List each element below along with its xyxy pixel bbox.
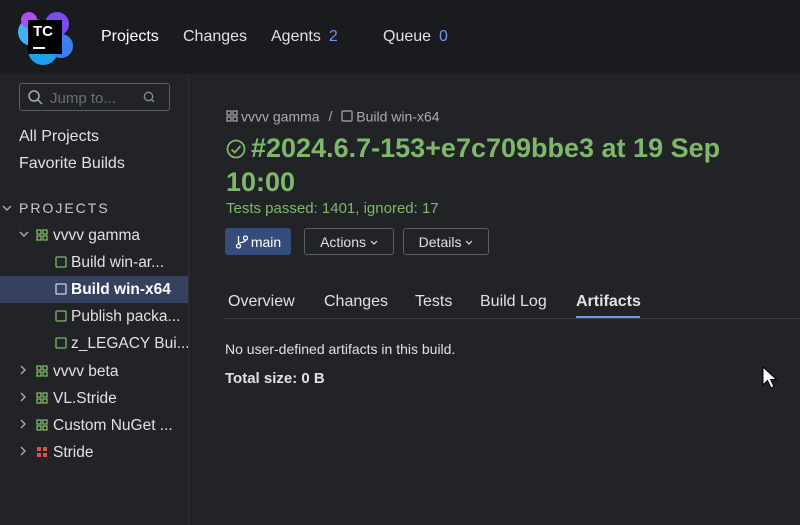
branch-button[interactable]: main [225,228,291,255]
branch-label: main [250,234,282,250]
project-icon [36,365,48,377]
breadcrumb-separator: / [328,108,333,125]
tab-overview[interactable]: Overview [228,293,295,311]
details-dropdown[interactable]: Details [403,228,489,255]
teamcity-logo[interactable]: TC [17,10,75,66]
chevron-right-icon[interactable] [19,365,27,375]
tree-item-project[interactable]: VL.Stride [0,385,188,412]
jump-to-search[interactable] [19,83,170,111]
build-config-icon [55,337,67,349]
projects-collapse-chevron-icon[interactable] [2,204,12,212]
chevron-right-icon[interactable] [19,419,27,429]
test-status[interactable]: Tests passed: 1401, ignored: 17 [226,200,439,217]
tab-artifacts[interactable]: Artifacts [576,293,641,311]
search-icon [28,90,43,105]
tree-item-build-config-selected[interactable]: Build win-x64 [0,276,188,303]
tree-item-label: Stride [53,444,94,461]
tree-item-build-config[interactable]: Publish packa... [0,303,188,330]
nav-queue-label: Queue [383,28,432,45]
tree-item-project[interactable]: Stride [0,439,188,466]
build-title: #2024.6.7-153+e7c709bbe3 at 19 Sep 10:00 [226,131,786,199]
tree-item-build-config[interactable]: z_LEGACY Bui... [0,330,188,357]
build-config-icon [341,110,353,122]
actions-dropdown[interactable]: Actions [304,228,394,255]
projects-section-title: PROJECTS [19,200,110,216]
tab-tests[interactable]: Tests [415,293,452,311]
project-icon [36,392,48,404]
search-input[interactable] [50,88,132,108]
chevron-down-icon[interactable] [19,230,29,238]
tree-item-label: vvvv beta [53,363,119,380]
build-config-icon [55,256,67,268]
nav-agents[interactable]: Agents 2 [271,28,338,46]
tree-item-label: VL.Stride [53,390,117,407]
tree-item-build-config[interactable]: Build win-ar... [0,249,188,276]
success-check-icon [226,139,246,159]
breadcrumb: vvvv gamma / Build win-x64 [226,107,440,124]
all-projects-link[interactable]: All Projects [19,128,99,146]
project-failed-icon [37,447,47,457]
nav-projects[interactable]: Projects [101,28,159,46]
breadcrumb-build-config-link[interactable]: Build win-x64 [356,108,439,124]
project-icon [226,110,238,122]
tree-item-project[interactable]: vvvv beta [0,358,188,385]
project-icon [36,229,48,241]
tab-build-log[interactable]: Build Log [480,293,547,311]
tree-item-label: Build win-x64 [71,281,171,298]
tree-item-label: vvvv gamma [53,227,140,244]
search-shortcut-icon [143,91,155,103]
queue-count-badge: 0 [439,28,448,45]
build-config-icon [55,283,67,295]
chevron-right-icon[interactable] [19,392,27,402]
logo-text: TC [28,20,62,54]
nav-queue[interactable]: Queue 0 [383,28,448,46]
nav-changes[interactable]: Changes [183,28,247,46]
mouse-cursor-icon [762,366,778,389]
tree-item-project[interactable]: Custom NuGet ... [0,412,188,439]
chevron-down-icon [465,240,473,245]
build-config-icon [55,310,67,322]
tab-changes[interactable]: Changes [324,293,388,311]
chevron-down-icon [370,240,378,245]
nav-agents-label: Agents [271,28,321,45]
actions-label: Actions [320,234,367,250]
active-tab-indicator [576,316,640,318]
branch-icon [235,235,248,249]
chevron-right-icon[interactable] [19,446,27,456]
tree-item-label: z_LEGACY Bui... [71,335,188,352]
sidebar: All Projects Favorite Builds PROJECTS vv… [0,74,189,525]
project-icon [36,419,48,431]
main-content: vvvv gamma / Build win-x64 #2024.6.7-153… [189,74,800,525]
build-title-line2: 10:00 [226,167,296,197]
tree-item-project[interactable]: vvvv gamma [0,222,188,249]
favorite-builds-link[interactable]: Favorite Builds [19,155,125,173]
tree-item-label: Custom NuGet ... [53,417,173,434]
breadcrumb-project-link[interactable]: vvvv gamma [241,108,320,124]
artifacts-total-size: Total size: 0 B [225,370,325,387]
artifacts-empty-message: No user-defined artifacts in this build. [225,341,456,357]
tree-item-label: Build win-ar... [71,254,165,271]
details-label: Details [418,234,462,250]
build-title-line1: #2024.6.7-153+e7c709bbe3 at 19 Sep [251,133,721,163]
top-navigation-bar: TC Projects Changes Agents 2 Queue 0 [0,0,800,74]
agents-count-badge: 2 [328,28,338,45]
tree-item-label: Publish packa... [71,308,181,325]
build-tabs: Overview Changes Tests Build Log Artifac… [225,285,800,319]
